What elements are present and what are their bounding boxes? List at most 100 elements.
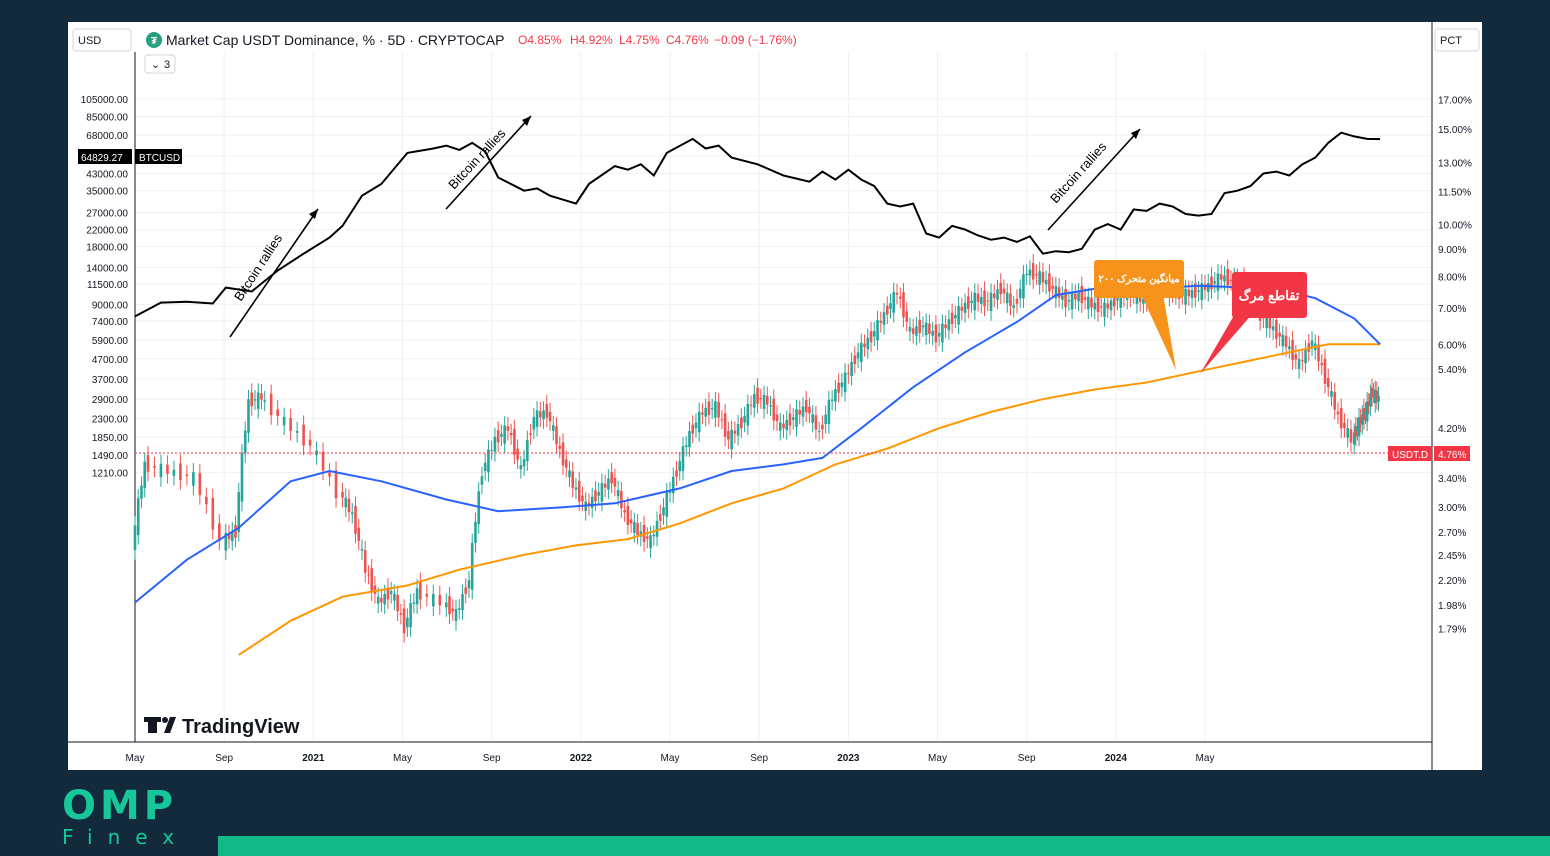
candle-body: [539, 411, 542, 418]
candle-body: [979, 297, 983, 304]
candle-body: [1044, 279, 1048, 285]
candle-body: [295, 430, 299, 433]
chart-panel[interactable]: 105000.0085000.0068000.0053000.0043000.0…: [68, 22, 1482, 770]
candle-body: [989, 292, 993, 312]
candle-body: [1226, 268, 1230, 286]
candle-body: [496, 430, 500, 443]
candle-body: [1288, 346, 1291, 350]
candle-body: [665, 492, 669, 517]
left-tick-label: 5900.00: [92, 336, 129, 347]
candle-body: [376, 596, 380, 604]
candle-body: [406, 617, 409, 628]
candle-body: [1012, 305, 1016, 308]
candle-body: [740, 417, 743, 429]
candle-body: [383, 593, 386, 605]
candle-body: [840, 382, 844, 388]
candle-body: [571, 471, 575, 488]
candle-body: [558, 445, 562, 449]
candle-body: [393, 593, 396, 601]
candle-body: [1035, 273, 1038, 276]
candle-body: [1070, 292, 1074, 310]
scale-mode-label: PCT: [1440, 35, 1462, 47]
logo-sub: Finex: [62, 825, 190, 849]
candle-body: [1187, 289, 1191, 297]
candle-body: [561, 442, 565, 466]
left-tick-label: 1490.00: [92, 451, 129, 462]
chart-svg[interactable]: 105000.0085000.0068000.0053000.0043000.0…: [68, 22, 1482, 770]
candle-body: [967, 296, 970, 309]
left-tick-label: 4700.00: [92, 355, 129, 366]
candle-body: [843, 372, 847, 393]
candle-body: [804, 400, 808, 413]
candle-body: [457, 608, 461, 610]
logo-main: OMP: [62, 783, 178, 829]
candle-body: [594, 490, 597, 502]
candle-body: [564, 459, 568, 468]
candle-body: [474, 521, 477, 544]
candle-body: [415, 588, 419, 605]
candle-body: [551, 425, 555, 431]
candle-body: [409, 603, 412, 628]
candle-body: [568, 470, 571, 478]
candle-body: [983, 290, 986, 307]
candle-body: [493, 436, 497, 452]
left-tick-label: 43000.00: [86, 170, 128, 181]
candle-body: [172, 469, 176, 476]
candle-body: [710, 408, 714, 410]
candle-body: [513, 428, 516, 455]
candle-body: [1213, 281, 1217, 284]
currency-label: USD: [78, 35, 101, 47]
right-tick-label: 8.00%: [1438, 273, 1466, 284]
candle-body: [694, 422, 698, 429]
candle-body: [1074, 293, 1077, 300]
candle-body: [821, 424, 824, 430]
candle-body: [733, 430, 737, 434]
omp-finex-logo: OMP Finex: [62, 783, 192, 849]
top-bar: [0, 0, 1550, 22]
footer: OMP Finex: [0, 770, 1550, 856]
candle-body: [1320, 363, 1324, 366]
candle-body: [526, 439, 529, 462]
red-callout-text: تقاطع مرگ: [1239, 287, 1300, 304]
candle-body: [1349, 429, 1353, 443]
candle-body: [856, 352, 860, 359]
candle-body: [522, 459, 526, 467]
right-tick-label: 4.20%: [1438, 424, 1466, 435]
candle-body: [691, 424, 695, 434]
candle-body: [360, 548, 364, 551]
candle-body: [970, 300, 973, 304]
candle-body: [1284, 335, 1288, 348]
candle-body: [1281, 334, 1285, 347]
candle-body: [911, 328, 915, 334]
candle-body: [341, 492, 344, 498]
left-tick-label: 18000.00: [86, 242, 128, 253]
btcusd-line: [134, 131, 1381, 318]
candle-body: [830, 399, 834, 401]
candle-body: [166, 464, 169, 474]
candle-body: [480, 476, 484, 485]
candle-body: [928, 323, 931, 334]
left-tick-label: 3700.00: [92, 375, 129, 386]
candle-body: [872, 331, 876, 337]
candle-body: [146, 455, 150, 472]
candle-body: [869, 331, 873, 343]
x-tick-label: Sep: [483, 753, 501, 764]
candle-body: [837, 382, 840, 393]
candle-body: [350, 512, 354, 514]
candle-body: [205, 496, 208, 505]
candle-body: [506, 426, 510, 431]
candle-body: [798, 409, 802, 415]
candle-body: [211, 498, 215, 530]
candle-body: [934, 324, 938, 343]
candle-body: [879, 320, 883, 323]
candle-body: [937, 332, 941, 337]
candle-body: [915, 326, 918, 336]
candle-body: [736, 424, 740, 436]
candle-body: [519, 465, 523, 470]
candle-body: [947, 319, 951, 331]
candle-body: [646, 536, 649, 539]
candle-body: [490, 449, 493, 451]
candle-body: [159, 463, 163, 478]
candle-body: [1067, 299, 1071, 302]
candle-body: [607, 478, 610, 490]
